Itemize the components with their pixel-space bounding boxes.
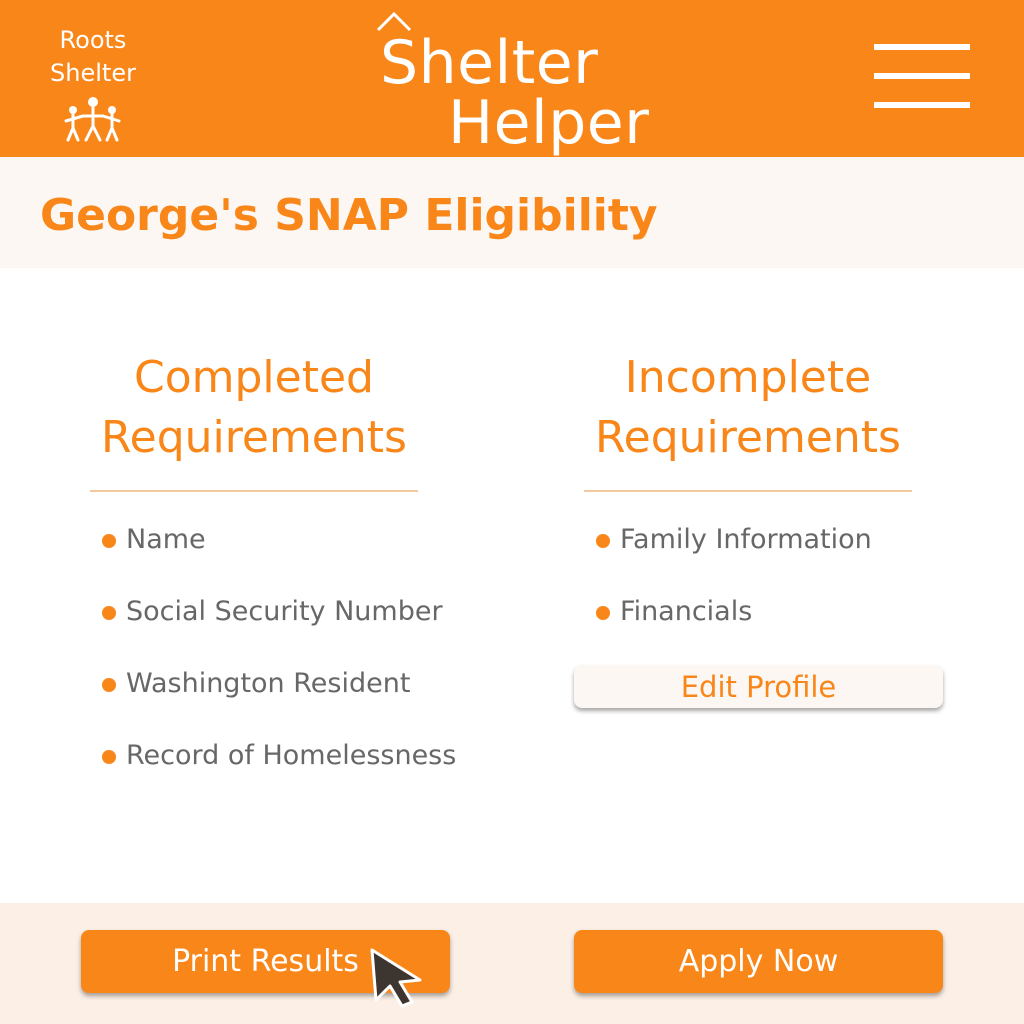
list-item: Name [102,518,482,590]
brand-name-line1: Roots [59,26,127,54]
incomplete-divider [584,490,912,492]
menu-bar-bottom [874,102,970,108]
bullet-icon [102,606,116,620]
page-title: George's SNAP Eligibility [40,190,658,241]
requirement-label: Family Information [620,524,872,555]
bullet-icon [596,534,610,548]
list-item: Family Information [596,518,976,590]
list-item: Financials [596,590,976,662]
requirement-label: Name [126,524,206,555]
menu-bar-middle [874,73,970,79]
completed-heading-line1: Completed [134,352,374,403]
bullet-icon [596,606,610,620]
bullet-icon [102,750,116,764]
action-bar: Print Results Apply Now [0,903,1024,1024]
hamburger-menu-icon[interactable] [874,44,970,110]
bullet-icon [102,534,116,548]
apply-now-button[interactable]: Apply Now [574,930,943,993]
bullet-icon [102,678,116,692]
page-title-band: George's SNAP Eligibility [0,157,1024,268]
incomplete-heading-line1: Incomplete [624,352,872,403]
app-title-line2: Helper [448,88,650,158]
edit-profile-button[interactable]: Edit Profile [574,665,943,708]
incomplete-heading: Incomplete Requirements [584,348,912,468]
mouse-pointer-icon [370,948,422,1008]
roots-shelter-logo[interactable]: Roots Shelter [34,24,152,142]
completed-list: Name Social Security Number Washington R… [102,518,482,806]
incomplete-heading-line2: Requirements [595,412,901,463]
completed-requirements-section: Completed Requirements Name Social Secur… [90,348,456,771]
requirement-label: Social Security Number [126,596,443,627]
app-header: Roots Shelter Shelter Helper [0,0,1024,158]
requirement-label: Washington Resident [126,668,411,699]
brand-name-line2: Shelter [50,59,136,87]
requirement-label: Record of Homelessness [126,740,457,771]
family-icon [64,97,121,142]
completed-heading: Completed Requirements [90,348,418,468]
requirement-label: Financials [620,596,753,627]
list-item: Record of Homelessness [102,734,482,806]
app-title: Shelter Helper [376,10,680,158]
completed-divider [90,490,418,492]
incomplete-list: Family Information Financials [596,518,976,662]
incomplete-requirements-section: Incomplete Requirements Family Informati… [584,348,912,627]
list-item: Social Security Number [102,590,482,662]
list-item: Washington Resident [102,662,482,734]
completed-heading-line2: Requirements [101,412,407,463]
menu-bar-top [874,44,970,50]
